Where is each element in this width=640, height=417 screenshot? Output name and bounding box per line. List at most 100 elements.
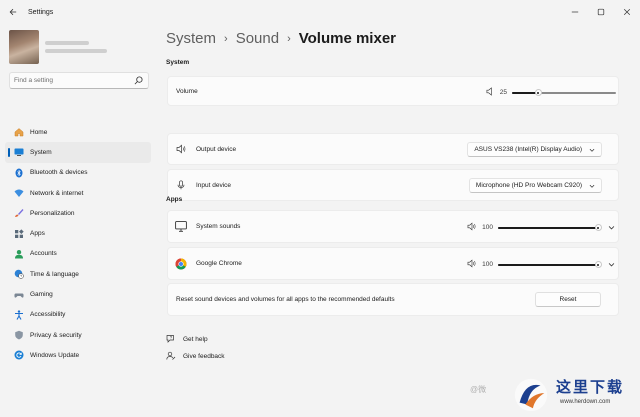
sidebar-item-apps[interactable]: Apps bbox=[5, 223, 151, 243]
person-icon bbox=[14, 249, 24, 259]
chrome-icon bbox=[175, 258, 187, 270]
search-input[interactable] bbox=[14, 77, 129, 84]
volume-row: Volume 25 bbox=[167, 76, 619, 106]
output-device-label: Output device bbox=[196, 145, 237, 153]
minimize-icon bbox=[571, 11, 579, 13]
window-controls bbox=[562, 0, 640, 24]
globe-clock-icon bbox=[14, 269, 24, 279]
give-feedback-label: Give feedback bbox=[183, 352, 225, 360]
slider-fill bbox=[498, 226, 598, 229]
sidebar-item-windows-update[interactable]: Windows Update bbox=[5, 345, 151, 365]
breadcrumb-separator: › bbox=[287, 32, 291, 45]
sidebar-item-network[interactable]: Network & internet bbox=[5, 183, 151, 203]
section-label-apps: Apps bbox=[166, 196, 183, 203]
reset-button[interactable]: Reset bbox=[535, 292, 601, 307]
sidebar-item-label: Accounts bbox=[30, 250, 57, 258]
sidebar-item-privacy[interactable]: Privacy & security bbox=[5, 325, 151, 345]
sidebar-item-accessibility[interactable]: Accessibility bbox=[5, 305, 151, 325]
accessibility-icon bbox=[14, 310, 24, 320]
wifi-icon bbox=[14, 188, 24, 198]
sidebar: Home System Bluetooth & devices Network … bbox=[0, 24, 160, 417]
volume-slider[interactable] bbox=[512, 89, 616, 97]
monitor-icon bbox=[175, 221, 187, 233]
sidebar-item-system[interactable]: System bbox=[5, 142, 151, 163]
expand-chevron-icon[interactable] bbox=[606, 260, 616, 270]
give-feedback-link[interactable]: Give feedback bbox=[166, 351, 225, 361]
expand-chevron-icon[interactable] bbox=[606, 223, 616, 233]
display-icon bbox=[14, 147, 24, 157]
input-device-label: Input device bbox=[196, 181, 232, 189]
output-device-value: ASUS VS238 (Intel(R) Display Audio) bbox=[474, 146, 582, 153]
app-name: System sounds bbox=[196, 223, 241, 230]
close-button[interactable] bbox=[614, 0, 640, 24]
watermark-small-text: @微 bbox=[470, 385, 487, 394]
chevron-down-icon bbox=[589, 147, 595, 153]
maximize-icon bbox=[597, 8, 605, 16]
sidebar-item-label: Accessibility bbox=[30, 311, 66, 319]
close-icon bbox=[623, 8, 631, 16]
sidebar-item-label: Privacy & security bbox=[30, 331, 82, 339]
sidebar-item-label: Network & internet bbox=[30, 189, 84, 197]
sidebar-item-label: Apps bbox=[30, 230, 45, 238]
sidebar-item-gaming[interactable]: Gaming bbox=[5, 284, 151, 304]
reset-description: Reset sound devices and volumes for all … bbox=[176, 296, 395, 303]
shield-icon bbox=[14, 330, 24, 340]
bluetooth-icon bbox=[14, 168, 24, 178]
sidebar-item-time-language[interactable]: Time & language bbox=[5, 264, 151, 284]
apps-icon bbox=[14, 228, 24, 239]
get-help-link[interactable]: Get help bbox=[166, 334, 208, 344]
slider-thumb[interactable] bbox=[594, 261, 602, 268]
volume-label: Volume bbox=[176, 87, 198, 95]
output-device-dropdown[interactable]: ASUS VS238 (Intel(R) Display Audio) bbox=[467, 142, 602, 157]
user-profile[interactable] bbox=[9, 30, 107, 64]
app-volume-control: 100 bbox=[467, 259, 616, 270]
feedback-icon bbox=[166, 351, 176, 361]
app-volume-slider[interactable] bbox=[498, 224, 602, 232]
app-row-google-chrome: Google Chrome 100 bbox=[167, 247, 619, 280]
input-device-dropdown[interactable]: Microphone (HD Pro Webcam C920) bbox=[468, 178, 602, 193]
search-icon[interactable] bbox=[134, 76, 143, 85]
sidebar-item-label: System bbox=[30, 148, 52, 156]
app-volume-value: 100 bbox=[482, 224, 493, 231]
app-volume-slider[interactable] bbox=[498, 261, 602, 269]
update-icon bbox=[14, 350, 24, 360]
slider-fill bbox=[498, 263, 598, 266]
volume-control: 25 bbox=[486, 87, 616, 98]
sidebar-item-accounts[interactable]: Accounts bbox=[5, 244, 151, 264]
watermark-url: www.herdown.com bbox=[560, 399, 611, 405]
breadcrumb-system[interactable]: System bbox=[166, 30, 216, 47]
sidebar-item-home[interactable]: Home bbox=[5, 122, 151, 142]
output-device-row: Output device ASUS VS238 (Intel(R) Displ… bbox=[167, 133, 619, 165]
avatar bbox=[9, 30, 39, 64]
input-device-row: Input device Microphone (HD Pro Webcam C… bbox=[167, 169, 619, 201]
speaker-icon bbox=[175, 143, 187, 155]
back-arrow-icon bbox=[9, 8, 17, 16]
back-button[interactable] bbox=[2, 0, 24, 24]
maximize-button[interactable] bbox=[588, 0, 614, 24]
get-help-label: Get help bbox=[183, 335, 208, 343]
volume-value: 25 bbox=[499, 89, 507, 96]
slider-thumb[interactable] bbox=[594, 224, 602, 231]
home-icon bbox=[14, 127, 24, 137]
search-box[interactable] bbox=[9, 72, 149, 89]
profile-info-redacted bbox=[45, 37, 107, 57]
sidebar-item-label: Time & language bbox=[30, 270, 79, 278]
speaker-icon[interactable] bbox=[467, 259, 477, 270]
slider-thumb[interactable] bbox=[534, 89, 542, 96]
breadcrumb-separator: › bbox=[224, 32, 228, 45]
chevron-down-icon bbox=[589, 183, 595, 189]
sidebar-item-personalization[interactable]: Personalization bbox=[5, 203, 151, 223]
speaker-icon[interactable] bbox=[467, 222, 477, 233]
watermark: @微 这里下载 www.herdown.com bbox=[470, 372, 640, 417]
app-name: Google Chrome bbox=[196, 260, 242, 267]
reset-row: Reset sound devices and volumes for all … bbox=[167, 283, 619, 316]
speaker-icon[interactable] bbox=[486, 87, 495, 98]
minimize-button[interactable] bbox=[562, 0, 588, 24]
sidebar-item-label: Bluetooth & devices bbox=[30, 169, 88, 177]
help-icon bbox=[166, 334, 176, 344]
breadcrumb-sound[interactable]: Sound bbox=[236, 30, 279, 47]
page-title: Volume mixer bbox=[298, 30, 396, 47]
app-row-system-sounds: System sounds 100 bbox=[167, 210, 619, 243]
gamepad-icon bbox=[14, 290, 24, 300]
sidebar-item-bluetooth[interactable]: Bluetooth & devices bbox=[5, 163, 151, 183]
